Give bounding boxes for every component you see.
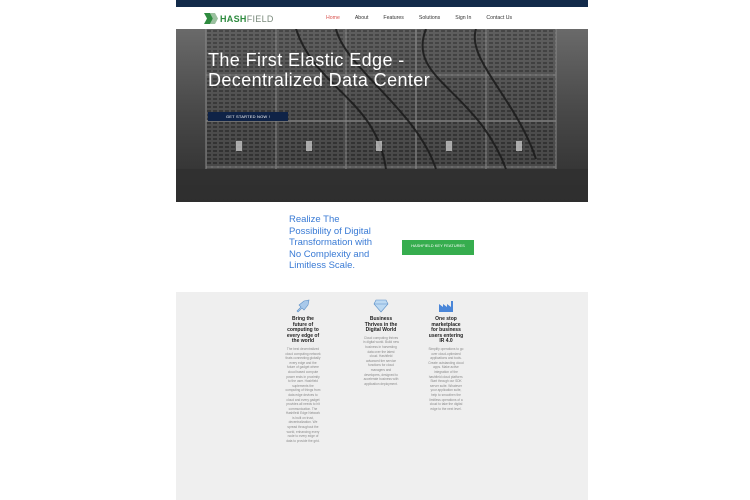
logo-text: HASHFIELD [220, 14, 274, 24]
feature-title: One stop marketplace for business users … [428, 316, 464, 345]
logo-text-hash: HASH [220, 13, 247, 24]
hero-section: The First Elastic Edge - Decentralized D… [176, 29, 588, 202]
factory-icon [439, 301, 453, 312]
key-features-button[interactable]: HASHFIELD KEY FEATURES [402, 240, 474, 255]
nav-item-sign-in[interactable]: Sign In [455, 15, 471, 21]
rocket-icon [296, 299, 310, 313]
feature-card: One stop marketplace for business users … [428, 299, 464, 411]
nav-item-features[interactable]: Features [383, 15, 403, 21]
page: HASHFIELD Home About Features Solutions … [176, 0, 588, 500]
feature-body: Simplify operations to go over cloud-opt… [428, 346, 464, 411]
nav-item-about[interactable]: About [355, 15, 369, 21]
hashfield-logo-mark-icon [204, 13, 218, 24]
site-header: HASHFIELD Home About Features Solutions … [176, 7, 588, 29]
intro-section: Realize The Possibility of Digital Trans… [176, 202, 588, 292]
feature-title: Bring the future of computing to every e… [286, 316, 320, 345]
nav-item-solutions[interactable]: Solutions [419, 15, 440, 21]
feature-title: Business Thrives in the Digital World [364, 316, 398, 334]
nav-item-home[interactable]: Home [326, 15, 340, 21]
logo-text-field: FIELD [246, 13, 274, 24]
main-menu: Home About Features Solutions Sign In Co… [326, 15, 527, 21]
nav-item-contact-us[interactable]: Contact Us [486, 15, 512, 21]
get-started-button[interactable]: GET STARTED NOW ! [208, 112, 288, 121]
top-bar [176, 0, 588, 7]
feature-body: Cloud computing thrives in digital world… [363, 335, 399, 386]
diamond-icon [373, 299, 389, 313]
feature-card: Bring the future of computing to every e… [285, 299, 321, 443]
logo[interactable]: HASHFIELD [204, 12, 274, 25]
feature-body: The best decentralized cloud computing n… [285, 346, 321, 443]
intro-heading: Realize The Possibility of Digital Trans… [289, 214, 373, 271]
features-section: Bring the future of computing to every e… [176, 292, 588, 500]
hero-title: The First Elastic Edge - Decentralized D… [208, 50, 431, 90]
feature-card: Business Thrives in the Digital World Cl… [363, 299, 399, 386]
